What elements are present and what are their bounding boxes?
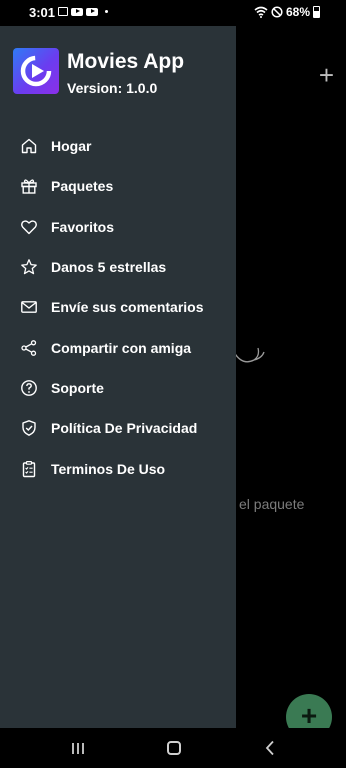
menu-item-privacy[interactable]: Política De Privacidad	[0, 408, 236, 448]
menu-label: Terminos De Uso	[51, 460, 166, 477]
add-icon[interactable]: +	[319, 62, 334, 88]
menu-item-home[interactable]: Hogar	[0, 126, 236, 166]
menu-item-packages[interactable]: Paquetes	[0, 166, 236, 206]
system-nav-bar	[0, 728, 346, 768]
menu-label: Paquetes	[51, 178, 114, 195]
mail-icon	[21, 301, 37, 314]
menu-label: Danos 5 estrellas	[51, 259, 167, 276]
help-icon	[21, 380, 37, 396]
menu-item-rate[interactable]: Danos 5 estrellas	[0, 247, 236, 287]
back-icon[interactable]	[265, 740, 275, 756]
navigation-drawer: Movies App Version: 1.0.0 Hogar Paquetes…	[0, 26, 236, 728]
app-title: Movies App	[67, 50, 185, 73]
home-button-icon[interactable]	[167, 741, 181, 755]
menu-item-share[interactable]: Compartir con amiga	[0, 327, 236, 367]
menu-label: Envíe sus comentarios	[51, 299, 204, 316]
menu-item-favorites[interactable]: Favoritos	[0, 207, 236, 247]
drawer-menu: Hogar Paquetes Favoritos Danos 5 estrell…	[0, 126, 236, 489]
status-time: 3:01	[29, 5, 56, 20]
battery-icon	[313, 6, 320, 18]
clipboard-icon	[22, 460, 36, 477]
heart-icon	[21, 220, 37, 234]
share-icon	[21, 339, 37, 356]
menu-label: Política De Privacidad	[51, 420, 198, 437]
empty-state-text: el paquete	[239, 496, 305, 512]
menu-label: Compartir con amiga	[51, 339, 192, 356]
notification-icons	[58, 7, 108, 16]
do-not-disturb-icon	[271, 6, 283, 18]
youtube-notification-icon	[71, 7, 83, 16]
menu-label: Hogar	[51, 138, 92, 155]
menu-label: Favoritos	[51, 218, 115, 235]
home-icon	[21, 138, 37, 154]
empty-state-illustration	[233, 347, 265, 363]
more-notifications-dot-icon	[105, 10, 108, 13]
system-icons: 68%	[254, 5, 320, 19]
drawer-header: Movies App Version: 1.0.0	[13, 48, 184, 96]
battery-percent: 68%	[285, 5, 310, 19]
status-bar: 3:01 68%	[0, 0, 346, 26]
menu-item-terms[interactable]: Terminos De Uso	[0, 448, 236, 488]
shield-icon	[22, 420, 36, 437]
youtube-notification-icon-2	[86, 7, 98, 16]
star-icon	[21, 259, 37, 275]
recents-icon[interactable]	[71, 742, 85, 755]
menu-item-feedback[interactable]: Envíe sus comentarios	[0, 287, 236, 327]
app-logo-icon	[13, 48, 59, 94]
gift-icon	[21, 179, 37, 195]
app-version: Version: 1.0.0	[67, 80, 158, 96]
menu-label: Soporte	[51, 379, 104, 396]
plus-icon: +	[300, 700, 318, 731]
menu-item-support[interactable]: Soporte	[0, 368, 236, 408]
wifi-icon	[254, 6, 268, 18]
gallery-notification-icon	[58, 7, 68, 16]
